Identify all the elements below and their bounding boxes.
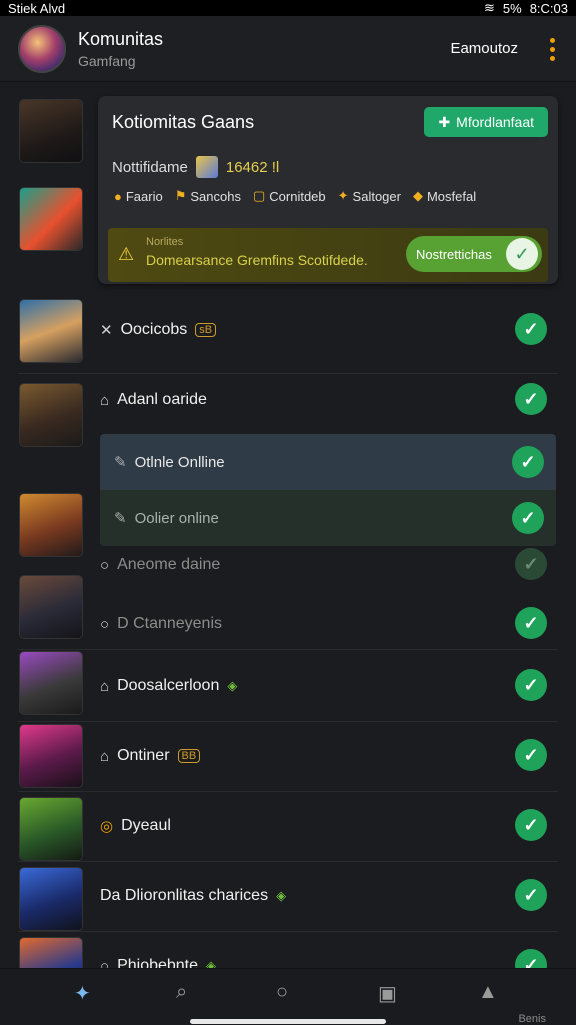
list-item[interactable]: ✕ Oocicobs sB ✓ [0, 296, 576, 366]
carrier-text: Stiek Alvd [8, 0, 66, 16]
list-item[interactable]: ○ Phiobebnte ◈ ✓ [0, 932, 576, 970]
join-icon: ✚ [438, 113, 451, 130]
avatar [20, 384, 82, 446]
list-item[interactable]: Da Dlioronlitas charices ◈ ✓ [0, 862, 576, 932]
close-icon: ✕ [100, 322, 113, 339]
card-meta: Nottifidame 16462 !l [112, 156, 279, 178]
app-header: Komunitas Gamfang Eamoutoz [0, 16, 576, 82]
search-icon[interactable]: ⌕ [176, 981, 187, 1004]
circle-icon: ○ [100, 615, 110, 633]
tag[interactable]: ● Faario [114, 189, 163, 204]
avatar [20, 652, 82, 714]
gem-icon: ◈ [276, 888, 287, 903]
avatar[interactable] [20, 188, 82, 250]
shield-icon: ◆ [412, 188, 423, 203]
home-icon: ⌂ [100, 391, 110, 409]
wifi-icon: ≋ [483, 0, 495, 15]
home-icon: ⌂ [100, 677, 110, 695]
card-tags: ● Faario ⚑ Sancohs ▢ Cornitdeb ✦ Saltoger ◆ M… [114, 188, 476, 204]
more-menu-icon[interactable] [550, 38, 556, 61]
check-icon[interactable]: ✓ [512, 446, 544, 478]
notice-label: Norlites [146, 236, 184, 248]
header-action-button[interactable]: Eamoutoz [450, 40, 518, 57]
edit-icon: ✎ [114, 454, 127, 471]
list-item[interactable]: ⌂ Ontiner BB ✓ [0, 722, 576, 792]
avatar [20, 868, 82, 930]
popup-item[interactable]: ✎ Otlnle Onlline ✓ [100, 434, 556, 490]
feed-icon[interactable]: ✦ [74, 981, 91, 1006]
avatar [20, 300, 82, 362]
coin-icon: ◎ [100, 818, 114, 835]
tag[interactable]: ◆ Mosfefal [413, 188, 476, 204]
avatar [20, 798, 82, 860]
avatar-icon: ● [114, 188, 122, 204]
list-item[interactable]: ⌂ Adanl oaride ✓ [0, 366, 576, 446]
home-circle-icon[interactable]: ○ [276, 981, 288, 1004]
check-icon[interactable]: ✓ [515, 313, 547, 345]
check-icon[interactable]: ✓ [515, 669, 547, 701]
tag[interactable]: ⚑ Sancohs [175, 188, 241, 204]
check-icon[interactable]: ✓ [515, 949, 547, 970]
profile-icon[interactable]: ▲ [478, 981, 498, 1004]
community-avatar[interactable] [18, 24, 66, 73]
check-icon[interactable]: ✓ [515, 607, 547, 639]
page-subtitle: Gamfang [78, 52, 136, 69]
notice-text: Domearsance Gremfins Scotifdede. [146, 252, 368, 268]
warning-icon: ⚠ [118, 244, 135, 264]
tag[interactable]: ✦ Saltoger [338, 188, 401, 204]
clock-text: 8:C:03 [529, 0, 568, 16]
check-icon[interactable]: ✓ [515, 548, 547, 580]
page-title: Komunitas [78, 28, 164, 49]
gem-icon: ◈ [227, 678, 238, 693]
list-item[interactable]: ⌂ Doosalcerloon ◈ ✓ [0, 652, 576, 722]
avatar[interactable] [20, 100, 82, 162]
community-feed[interactable]: Kotiomitas Gaans ✚ Mfordlanfaat Nottifid… [0, 82, 576, 970]
community-card[interactable]: Kotiomitas Gaans ✚ Mfordlanfaat Nottifid… [98, 96, 558, 284]
circle-icon: ○ [100, 556, 110, 574]
check-icon[interactable]: ✓ [512, 502, 544, 534]
nav-label: Benis [518, 1013, 546, 1025]
trophy-icon: ✦ [337, 188, 349, 203]
bottom-nav: ✦ ⌕ ○ ▣ ▲ Benis [0, 968, 576, 1025]
avatar [20, 576, 82, 638]
flag-icon: ⚑ [174, 188, 187, 203]
game-chip-icon [195, 156, 218, 178]
clipboard-icon[interactable]: ▣ [378, 981, 397, 1006]
check-icon[interactable]: ✓ [515, 879, 547, 911]
avatar [20, 938, 82, 970]
battery-text: 5% [502, 0, 522, 16]
tag[interactable]: ▢ Cornitdeb [253, 188, 326, 204]
check-icon: ✓ [506, 238, 538, 270]
notice-button[interactable]: Nostrettichas ✓ [406, 236, 542, 272]
home-icon: ⌂ [100, 747, 110, 765]
list-item[interactable]: ◎ Dyeaul ✓ [0, 792, 576, 862]
edit-icon: ✎ [114, 510, 127, 527]
status-bar: Stiek Alvd ≋ 5% 8:C:03 [0, 0, 576, 16]
avatar [20, 725, 82, 787]
card-title: Kotiomitas Gaans [112, 112, 255, 132]
card-primary-button[interactable]: ✚ Mfordlanfaat [424, 107, 548, 137]
check-icon[interactable]: ✓ [515, 383, 547, 415]
notice-banner: ⚠ Norlites Domearsance Gremfins Scotifde… [108, 228, 548, 282]
home-indicator[interactable] [190, 1019, 386, 1024]
avatar [20, 494, 82, 556]
lock-icon: ▢ [252, 188, 266, 203]
check-icon[interactable]: ✓ [515, 809, 547, 841]
check-icon[interactable]: ✓ [515, 739, 547, 771]
